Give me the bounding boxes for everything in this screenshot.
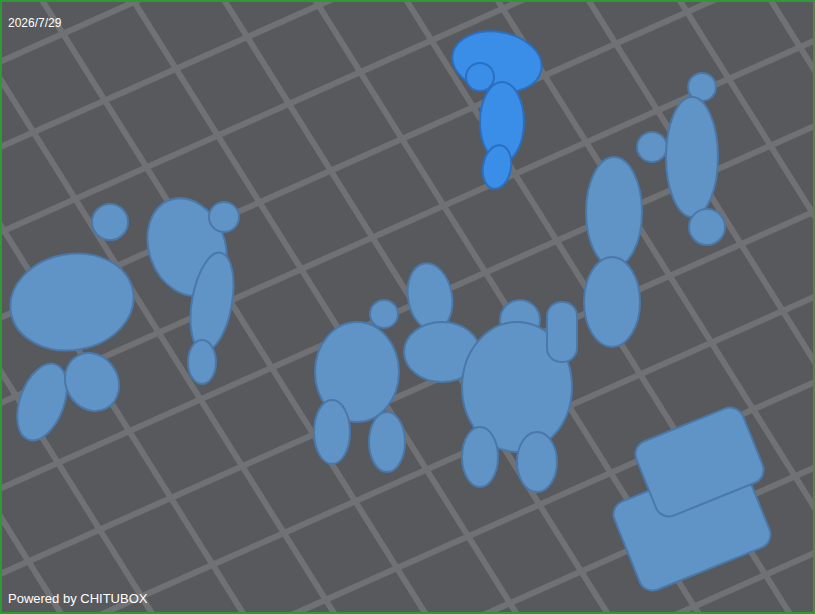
watermark: Powered by CHITUBOX [8,591,147,606]
date-label: 2026/7/29 [8,16,61,30]
sack-pile-model[interactable] [609,403,774,594]
figure-model[interactable] [3,204,142,447]
build-plate[interactable] [2,2,813,612]
figure-model[interactable] [584,132,667,347]
figure-model[interactable] [462,300,577,492]
viewport[interactable]: 2026/7/29 Powered by CHITUBOX [0,0,815,614]
figure-model[interactable] [666,73,725,245]
figure-model[interactable] [134,187,240,384]
figure-model[interactable] [447,25,546,191]
figure-model[interactable] [314,300,405,472]
